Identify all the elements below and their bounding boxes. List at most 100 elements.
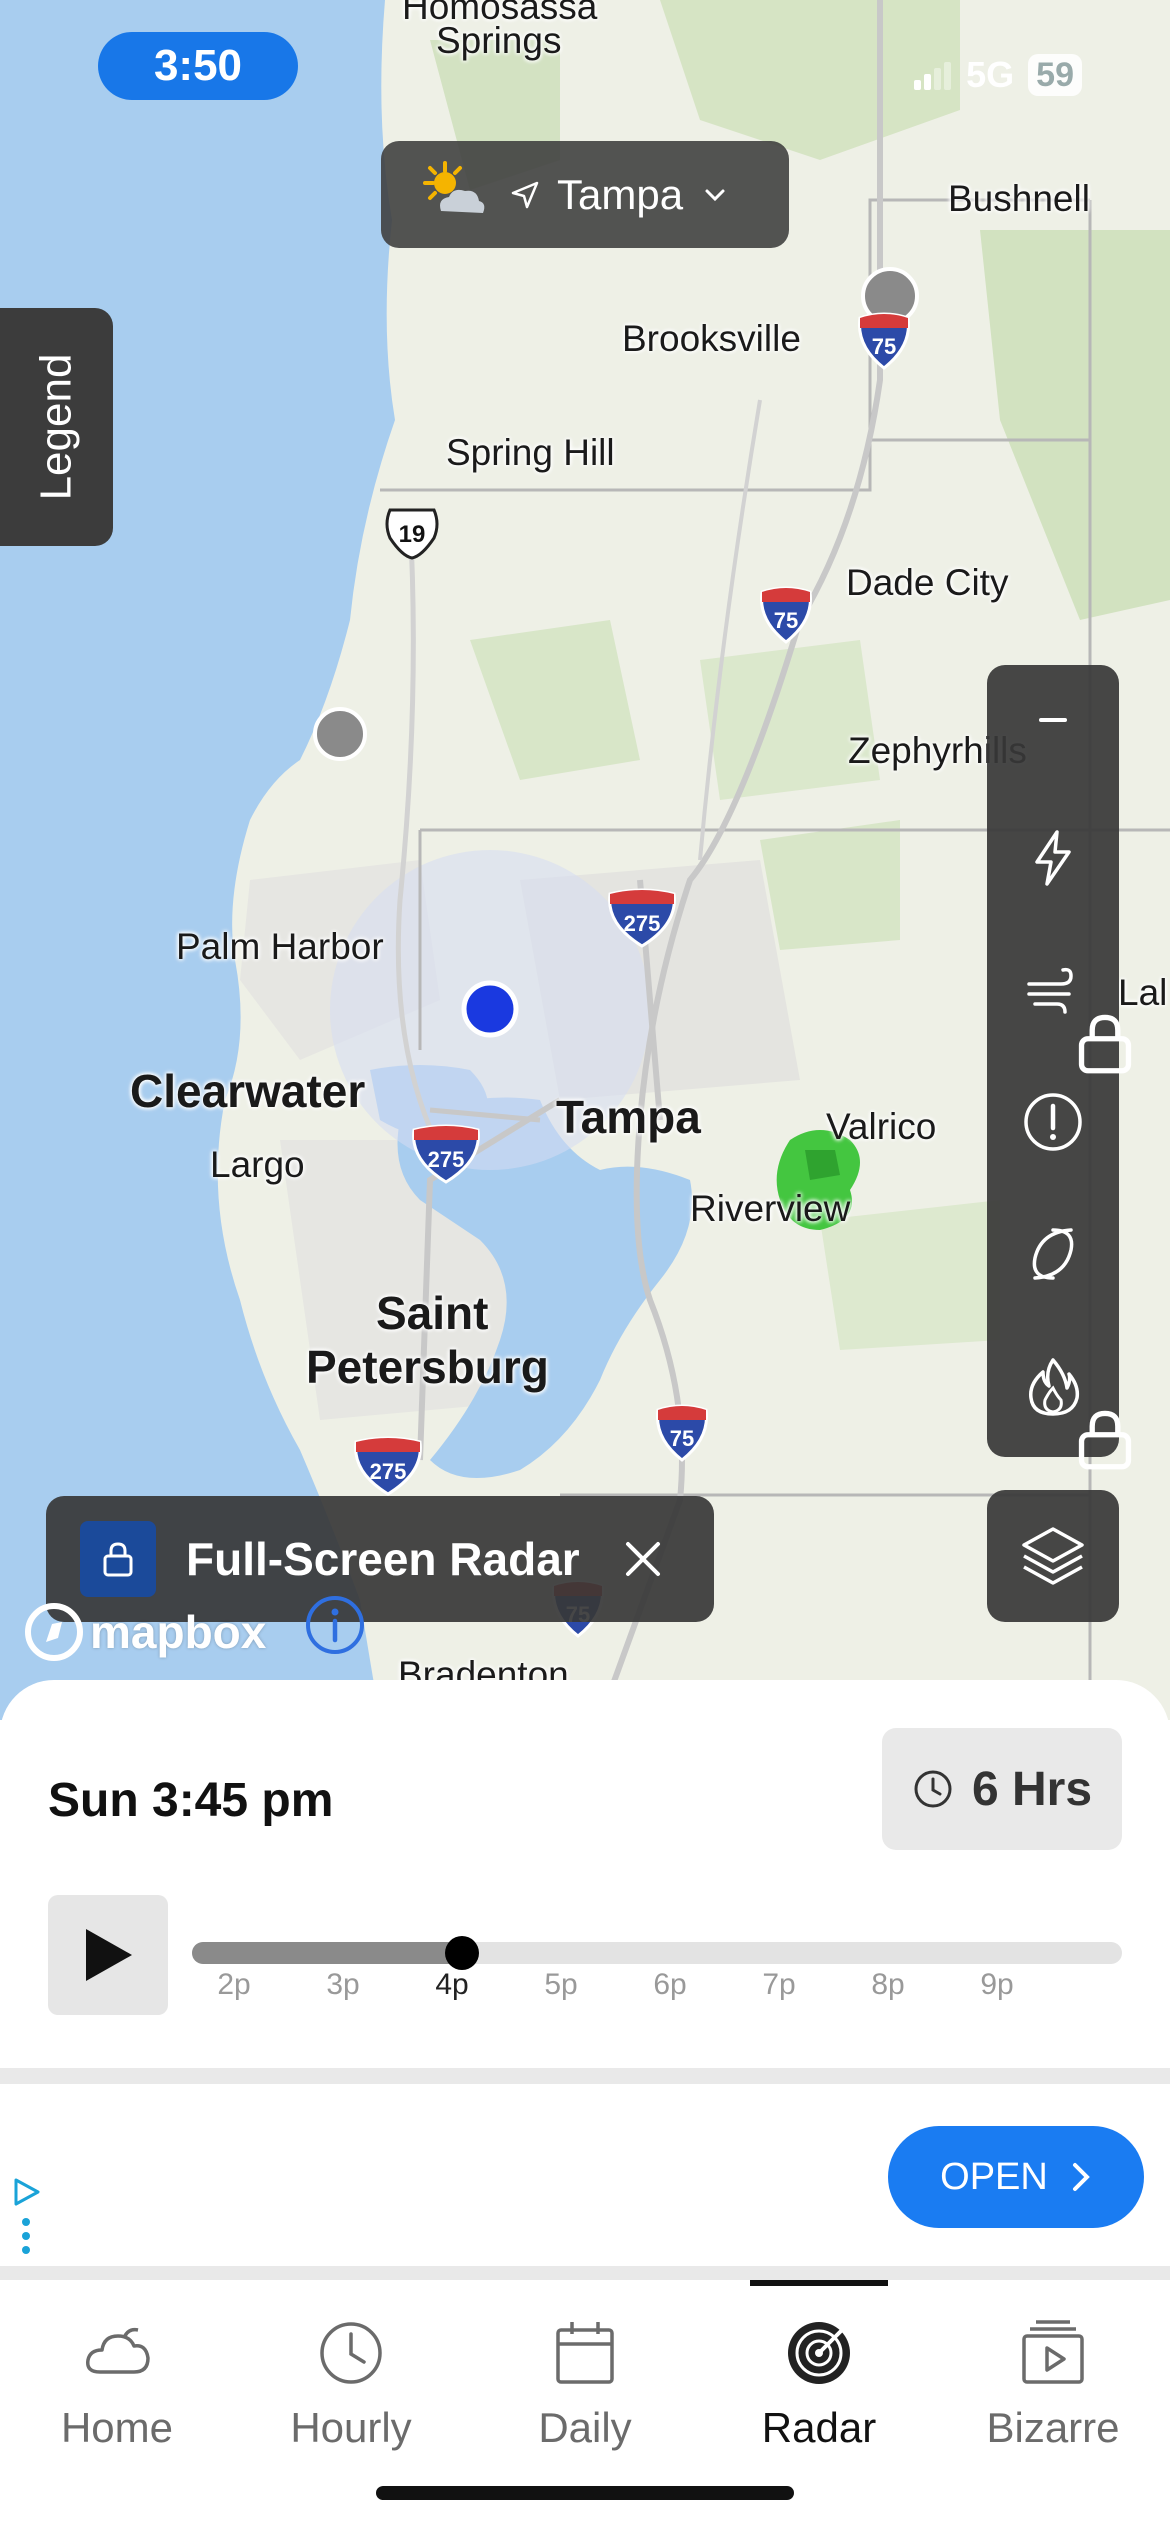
radar-timestamp: Sun 3:45 pm (48, 1774, 334, 1827)
us-route-shield: 19 (385, 508, 439, 560)
map-label-bushnell: Bushnell (948, 178, 1090, 219)
video-icon (1022, 2320, 1084, 2384)
hurricane-icon (1032, 1228, 1074, 1280)
map-tool-rail (987, 665, 1132, 1470)
map-label-valrico: Valrico (826, 1106, 937, 1147)
info-icon[interactable] (304, 1594, 366, 1656)
alerts-layer-button[interactable] (987, 1067, 1119, 1177)
minus-icon (1039, 718, 1067, 722)
chevron-right-icon (1072, 2163, 1090, 2191)
tab-label: Bizarre (986, 2404, 1120, 2451)
shield-number: 275 (370, 1459, 407, 1484)
timeline-tick: 9p (980, 1968, 1014, 2001)
timeline-thumb[interactable] (445, 1936, 479, 1970)
map-label-dade-city: Dade City (846, 562, 1009, 603)
interstate-shield: 75 (656, 1404, 708, 1462)
mapbox-logo: mapbox (24, 1602, 266, 1662)
map-label-lal: Lal (1118, 972, 1168, 1013)
shield-number: 19 (399, 521, 426, 548)
tab-label: Radar (761, 2404, 877, 2451)
timeline-tick: 4p (435, 1968, 469, 2001)
section-divider (0, 2266, 1170, 2280)
status-indicators: 5G 59 (912, 54, 1082, 96)
cloud-icon (86, 2327, 150, 2374)
interstate-shield: 75 (858, 312, 910, 370)
map-label-largo: Largo (210, 1144, 305, 1185)
ad-open-button[interactable]: OPEN (888, 2126, 1144, 2228)
timeline-tick: 3p (326, 1968, 360, 2001)
ad-open-label: OPEN (940, 2155, 1048, 2198)
calendar-icon (556, 2322, 614, 2384)
layers-icon (1022, 1527, 1084, 1585)
partly-sunny-icon (423, 160, 485, 213)
timeline-tick: 8p (871, 1968, 905, 2001)
tab-label: Home (60, 2404, 174, 2451)
ad-banner[interactable]: OPEN (0, 2084, 1170, 2268)
timeline-tick: 6p (653, 1968, 687, 2001)
legend-label: Legend (31, 353, 81, 501)
wind-layer-button[interactable] (987, 935, 1132, 1074)
play-icon (86, 1929, 132, 1981)
timeline-tick: 2p (217, 1968, 251, 2001)
clock-icon (914, 1770, 952, 1808)
interstate-shield: 275 (354, 1436, 422, 1496)
alert-icon (1024, 1093, 1082, 1151)
shield-number: 75 (872, 334, 896, 359)
tab-radar[interactable]: Radar (702, 2280, 936, 2480)
map-label-clearwater: Clearwater (130, 1065, 366, 1117)
timeline-slider[interactable] (192, 1936, 1122, 1970)
collapse-tools-button[interactable] (987, 665, 1119, 775)
map-label-spring-hill: Spring Hill (446, 432, 615, 473)
timeline-progress (192, 1942, 462, 1964)
lock-icon (1078, 1014, 1132, 1074)
location-arrow-icon (511, 181, 539, 208)
tab-label: Hourly (290, 2404, 412, 2451)
signal-icon (914, 62, 952, 90)
ad-choices-icon[interactable] (8, 2176, 44, 2256)
radar-icon (788, 2322, 850, 2384)
shield-number: 275 (428, 1147, 465, 1172)
lock-icon (1078, 1410, 1132, 1470)
timeline-tick: 5p (544, 1968, 578, 2001)
tab-label: Daily (538, 2404, 632, 2451)
play-button[interactable] (48, 1895, 168, 2015)
shield-number: 75 (774, 608, 798, 633)
lightning-layer-button[interactable] (987, 803, 1119, 913)
location-selector[interactable]: Tampa (381, 141, 789, 248)
map-label-riverview: Riverview (690, 1188, 851, 1229)
map-label-brooksville: Brooksville (622, 318, 801, 359)
mapbox-wordmark: mapbox (90, 1606, 267, 1658)
tab-daily[interactable]: Daily (468, 2280, 702, 2480)
location-name: Tampa (557, 170, 684, 218)
tab-hourly[interactable]: Hourly (234, 2280, 468, 2480)
shield-number: 75 (670, 1426, 694, 1451)
fullscreen-radar-label: Full-Screen Radar (186, 1533, 580, 1585)
status-time: 3:50 (98, 32, 298, 100)
tropical-layer-button[interactable] (987, 1199, 1119, 1309)
map-label-petersburg: Petersburg (306, 1341, 549, 1393)
map-label-springs: Springs (436, 20, 562, 61)
legend-tab[interactable]: Legend (0, 308, 113, 546)
map-label-tampa: Tampa (556, 1091, 701, 1143)
layers-button[interactable] (987, 1490, 1119, 1622)
time-range-label: 6 Hrs (971, 1762, 1093, 1816)
network-label: 5G (966, 54, 1015, 95)
interstate-shield: 75 (760, 586, 812, 644)
radar-map[interactable]: Homosassa Springs Bushnell Brooksville S… (0, 0, 1170, 1720)
tab-home[interactable]: Home (0, 2280, 234, 2480)
shield-number: 275 (624, 911, 661, 936)
home-indicator (376, 2486, 794, 2500)
time-range-button[interactable]: 6 Hrs (882, 1728, 1122, 1850)
lock-icon (80, 1521, 156, 1597)
clock-icon (320, 2322, 382, 2384)
map-label-saint: Saint (376, 1287, 489, 1339)
mapbox-icon (25, 1603, 83, 1661)
interstate-shield: 275 (412, 1124, 480, 1184)
tab-bizarre[interactable]: Bizarre (936, 2280, 1170, 2480)
close-icon[interactable] (622, 1538, 664, 1580)
timeline-tick: 7p (762, 1968, 796, 2001)
battery-indicator: 59 (1028, 54, 1082, 96)
map-label-palm-harbor: Palm Harbor (176, 926, 384, 967)
fire-layer-button[interactable] (987, 1331, 1132, 1470)
lightning-icon (1035, 830, 1071, 886)
